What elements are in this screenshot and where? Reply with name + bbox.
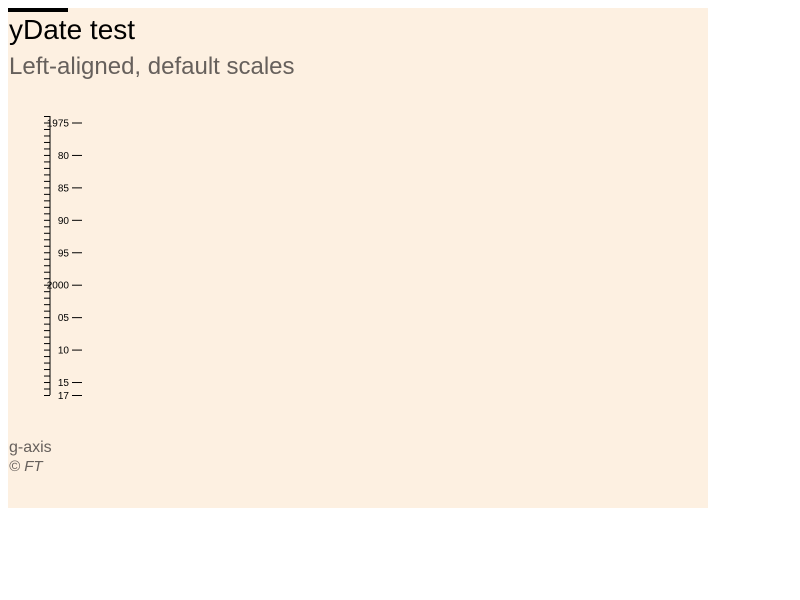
tick-label-2017: 17: [58, 391, 70, 402]
tick-label-2005: 05: [58, 313, 70, 324]
footer-source: g-axis: [9, 439, 52, 456]
tick-label-2010: 10: [58, 346, 70, 357]
chart-panel: yDate test Left-aligned, default scales …: [8, 8, 708, 508]
tick-label-2015: 15: [58, 378, 70, 389]
tick-label-1975: 1975: [47, 118, 70, 129]
y-date-axis: 1975 80 85 90 95 2000 05 10 15 17: [44, 116, 82, 402]
tick-label-1990: 90: [58, 216, 70, 227]
tick-label-1985: 85: [58, 183, 70, 194]
tick-label-1995: 95: [58, 248, 70, 259]
tick-label-2000: 2000: [47, 281, 70, 292]
footer-credit: © FT: [9, 458, 43, 475]
tick-label-1980: 80: [58, 151, 70, 162]
